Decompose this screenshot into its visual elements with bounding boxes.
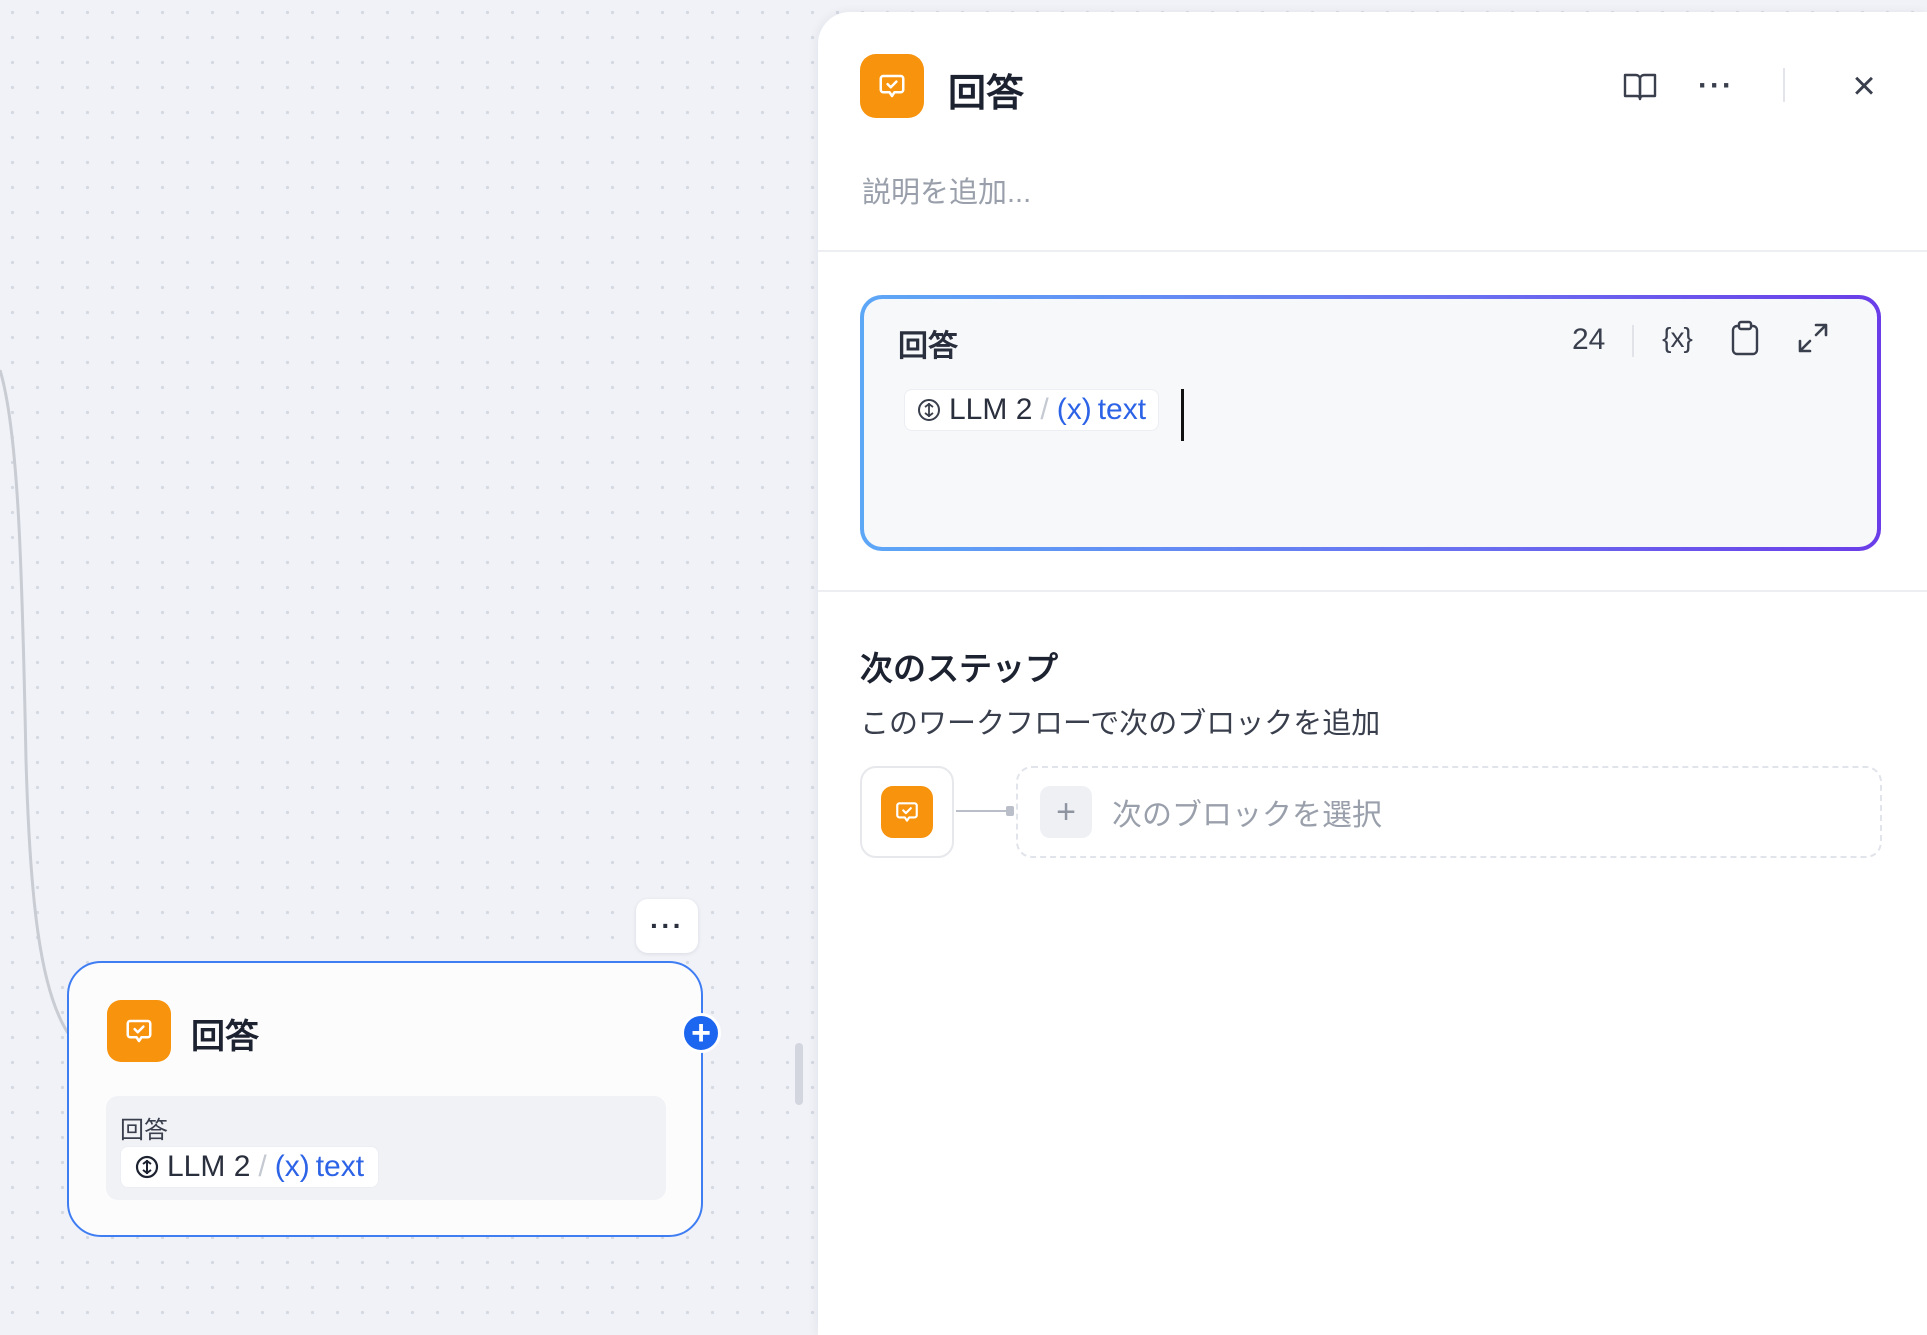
book-icon — [1623, 73, 1657, 101]
node-more-button[interactable]: ··· — [636, 899, 698, 953]
node-field-label: 回答 — [120, 1117, 168, 1144]
node-answer-field: 回答 LLM 2 / (x) text — [106, 1096, 666, 1200]
more-icon: ··· — [1698, 69, 1734, 102]
connector-handle — [1006, 806, 1014, 816]
variable-icon: (x) — [274, 1150, 310, 1183]
close-button[interactable]: × — [1842, 63, 1886, 108]
variable-reference-chip[interactable]: LLM 2 / (x) text — [904, 389, 1160, 431]
ref-source: LLM 2 — [167, 1150, 251, 1183]
llm-icon — [135, 1155, 159, 1179]
workflow-canvas[interactable]: ··· 回答 + 回答 LLM 2 / (x) text — [0, 0, 820, 1335]
panel-resize-handle[interactable] — [795, 1043, 803, 1105]
next-step-subtitle: このワークフローで次のブロックを追加 — [860, 708, 1381, 740]
char-count: 24 — [1572, 323, 1606, 356]
close-icon: × — [1852, 63, 1876, 108]
header-divider — [1783, 68, 1785, 102]
llm-icon — [918, 399, 940, 421]
variable-icon: (x) — [1056, 393, 1092, 426]
answer-editor-frame: 回答 24 {x} LLM 2 / (x) text — [860, 295, 1881, 551]
next-step-title: 次のステップ — [860, 650, 1058, 687]
toolbar-divider — [1632, 325, 1634, 357]
ref-variable: text — [315, 1150, 365, 1183]
divider — [818, 250, 1927, 252]
plus-icon: + — [691, 1014, 711, 1052]
editor-label: 回答 — [898, 330, 958, 363]
panel-title[interactable]: 回答 — [948, 62, 1024, 117]
ref-separator: / — [1040, 393, 1049, 426]
description-input[interactable] — [862, 170, 1762, 216]
text-caret — [1181, 389, 1184, 441]
copy-button[interactable] — [1722, 315, 1768, 361]
block-settings-panel: 回答 ··· × 回答 24 {x} — [818, 12, 1927, 1335]
answer-editor[interactable]: 回答 24 {x} LLM 2 / (x) text — [864, 299, 1877, 547]
select-next-block-label: 次のブロックを選択 — [1112, 799, 1382, 832]
current-block-node — [860, 766, 954, 858]
expand-icon — [1798, 323, 1828, 353]
connector-line — [956, 810, 1010, 812]
expand-button[interactable] — [1790, 315, 1836, 361]
variable-icon: {x} — [1662, 322, 1693, 353]
ref-separator: / — [258, 1150, 267, 1183]
answer-node[interactable]: 回答 + 回答 LLM 2 / (x) text — [67, 961, 721, 1237]
more-icon: ··· — [650, 910, 684, 941]
node-title: 回答 — [191, 1018, 259, 1056]
ref-variable: text — [1097, 393, 1147, 426]
select-next-block-button[interactable]: + 次のブロックを選択 — [1016, 766, 1882, 858]
plus-icon: + — [1040, 786, 1092, 838]
insert-variable-button[interactable]: {x} — [1654, 315, 1700, 361]
answer-block-icon — [107, 1000, 171, 1062]
panel-more-button[interactable]: ··· — [1694, 66, 1738, 106]
variable-reference-chip: LLM 2 / (x) text — [120, 1146, 380, 1188]
ref-source: LLM 2 — [949, 393, 1033, 426]
clipboard-icon — [1731, 320, 1759, 356]
answer-block-icon — [860, 54, 924, 118]
divider — [818, 590, 1927, 592]
docs-button[interactable] — [1618, 66, 1662, 106]
answer-block-icon — [881, 786, 933, 838]
add-next-node-button[interactable]: + — [681, 1013, 721, 1053]
plus-glyph: + — [1056, 793, 1076, 831]
